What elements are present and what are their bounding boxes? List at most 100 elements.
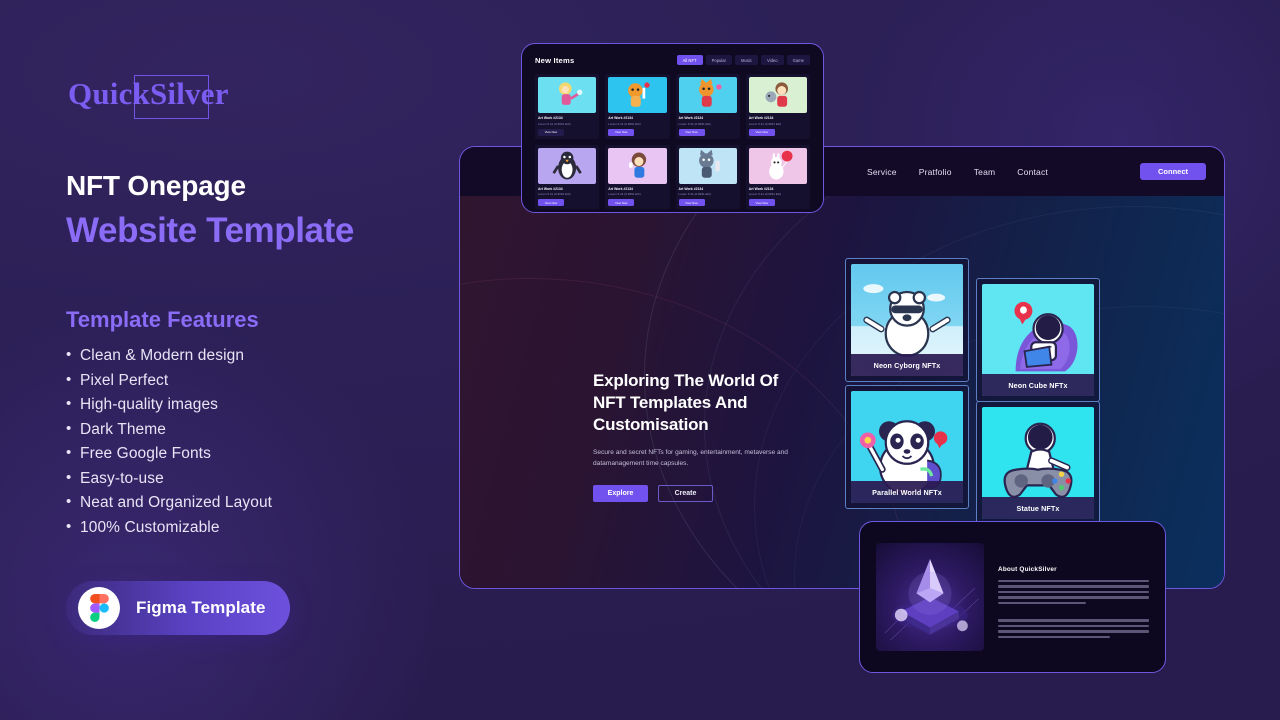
item-buy-button[interactable]: View Now <box>608 128 635 136</box>
item-thumbnail-boy-with-cat <box>748 77 807 113</box>
text-line <box>998 596 1149 599</box>
nft-artwork-panda: Parallel World NFTx <box>851 391 963 503</box>
item-buy-button[interactable]: View Now <box>678 128 705 136</box>
text-line <box>998 601 1086 605</box>
list-item: Free Google Fonts <box>66 444 466 463</box>
list-item[interactable]: Art Work #2134 Lorem 5.41 (0.9991 Eth) V… <box>605 74 670 139</box>
connect-button[interactable]: Connect <box>1140 163 1206 180</box>
tab-music[interactable]: Music <box>735 55 758 65</box>
nft-card-grid: Neon Cyborg NFTx Neon Cube NFTx Parallel… <box>845 258 1100 525</box>
item-name: Art Work #2134 <box>608 186 633 191</box>
item-buy-button[interactable]: View Now <box>748 128 775 136</box>
nft-card[interactable]: Parallel World NFTx <box>845 385 969 509</box>
hero-subtitle: Secure and secret NFTs for gaming, enter… <box>593 448 788 467</box>
item-thumbnail-girl-phone <box>608 147 667 184</box>
nft-card[interactable]: Statue NFTx <box>976 401 1100 525</box>
item-buy-button[interactable]: View Now <box>678 199 705 206</box>
explore-button[interactable]: Explore <box>593 484 648 502</box>
features-list: Clean & Modern design Pixel Perfect High… <box>66 346 466 537</box>
text-line <box>998 619 1149 622</box>
item-thumbnail-pixel-girl <box>538 77 597 113</box>
list-item: Easy-to-use <box>66 469 466 488</box>
hero-copy: Exploring The World Of NFT Templates And… <box>593 370 808 502</box>
item-buy-button[interactable]: View Now <box>538 199 564 206</box>
item-thumbnail-penguin <box>538 147 597 184</box>
item-price: Lorem 5.41 (0.9991 Eth) <box>538 192 571 196</box>
tab-game[interactable]: Game <box>786 55 810 65</box>
left-info-panel: QuickSilver NFT Onepage Website Template… <box>66 66 466 635</box>
list-item[interactable]: Art Work #2134 Lorem 5.41 (0.9991 Eth) V… <box>605 144 670 209</box>
list-item[interactable]: Art Work #2134 Lorem 5.41 (0.9991 Eth) V… <box>675 74 740 139</box>
list-item: Dark Theme <box>66 420 466 439</box>
text-line <box>998 590 1149 594</box>
features-heading: Template Features <box>66 307 259 332</box>
tab-all-nft[interactable]: All NFT <box>676 55 703 65</box>
text-line <box>998 635 1110 639</box>
nav-link-service[interactable]: Service <box>867 167 897 177</box>
list-item[interactable]: Art Work #2134 Lorem 5.41 (0.9991 Eth) V… <box>675 144 740 209</box>
item-price: Lorem 5.41 (0.9991 Eth) <box>748 121 782 126</box>
list-item: Pixel Perfect <box>66 371 466 390</box>
nav-link-portfolio[interactable]: Pratfolio <box>919 167 952 177</box>
nft-artwork-polar-bear: Neon Cyborg NFTx <box>851 264 963 376</box>
list-item[interactable]: Art Work #2134 Lorem 5.41 (0.9991 Eth) V… <box>535 144 600 209</box>
item-name: Art Work #2134 <box>748 186 774 191</box>
item-price: Lorem 5.41 (0.9991 Eth) <box>538 121 571 126</box>
hero-title: Exploring The World Of NFT Templates And… <box>593 371 779 434</box>
page-title-line1: NFT Onepage <box>66 170 246 201</box>
logo-text: QuickSilver <box>68 76 229 111</box>
item-buy-button[interactable]: View Now <box>538 128 564 136</box>
item-price: Lorem 5.41 (0.9991 Eth) <box>608 121 641 126</box>
item-thumbnail-orange-cat <box>608 77 667 113</box>
nft-artwork-astronaut-reading: Neon Cube NFTx <box>982 284 1094 396</box>
poster-canvas: QuickSilver NFT Onepage Website Template… <box>0 0 1280 720</box>
tab-video[interactable]: Video <box>760 55 784 65</box>
list-item[interactable]: Art Work #2134 Lorem 5.41 (0.9991 Eth) V… <box>745 74 810 139</box>
tab-popular[interactable]: Popular <box>705 55 733 65</box>
nft-artwork-astronaut-gamepad: Statue NFTx <box>982 407 1094 519</box>
item-buy-button[interactable]: View Now <box>608 199 635 206</box>
nft-card-label: Parallel World NFTx <box>851 481 963 503</box>
item-name: Art Work #2134 <box>538 116 563 120</box>
brand-logo: QuickSilver <box>66 66 229 122</box>
item-buy-button[interactable]: View Now <box>748 199 775 206</box>
list-item[interactable]: Art Work #2134 Lorem 5.41 (0.9991 Eth) V… <box>535 74 600 139</box>
new-items-card: New Items All NFT Popular Music Video Ga… <box>521 43 824 213</box>
item-name: Art Work #2134 <box>748 116 774 120</box>
item-price: Lorem 5.41 (0.9991 Eth) <box>748 192 782 196</box>
hero-buttons: Explore Create <box>593 484 808 502</box>
new-items-filter-tabs: All NFT Popular Music Video Game <box>676 55 810 65</box>
figma-button-label: Figma Template <box>136 598 266 617</box>
figma-icon <box>78 587 120 629</box>
nft-card-label: Neon Cyborg NFTx <box>851 354 963 376</box>
nav-link-team[interactable]: Team <box>974 167 996 177</box>
nft-card[interactable]: Neon Cyborg NFTx <box>845 258 969 382</box>
list-item[interactable]: Art Work #2134 Lorem 5.41 (0.9991 Eth) V… <box>745 144 810 209</box>
list-item: Neat and Organized Layout <box>66 493 466 512</box>
new-items-grid: Art Work #2134 Lorem 5.41 (0.9991 Eth) V… <box>535 74 810 209</box>
nav-links: Service Pratfolio Team Contact <box>867 167 1048 177</box>
item-thumbnail-fox-hero <box>678 77 737 113</box>
nav-link-contact[interactable]: Contact <box>1017 167 1048 177</box>
item-name: Art Work #2134 <box>538 186 563 191</box>
about-text-block: About QuickSilver <box>998 536 1149 658</box>
list-item: High-quality images <box>66 395 466 414</box>
new-items-title: New Items <box>535 55 575 65</box>
about-paragraph-1 <box>998 580 1149 605</box>
about-paragraph-2 <box>998 619 1149 639</box>
item-price: Lorem 5.41 (0.9991 Eth) <box>608 192 641 196</box>
item-name: Art Work #2134 <box>608 116 633 120</box>
figma-template-button[interactable]: Figma Template <box>66 581 290 635</box>
text-line <box>998 630 1149 633</box>
text-line <box>998 624 1149 628</box>
item-name: Art Work #2134 <box>678 186 704 191</box>
item-price: Lorem 5.41 (0.9991 Eth) <box>678 192 712 196</box>
nft-card-label: Neon Cube NFTx <box>982 374 1094 396</box>
about-title: About QuickSilver <box>998 566 1057 573</box>
nft-card[interactable]: Neon Cube NFTx <box>976 278 1100 402</box>
item-thumbnail-wolf-space <box>678 147 737 184</box>
create-button[interactable]: Create <box>658 484 713 502</box>
list-item: 100% Customizable <box>66 518 466 537</box>
item-thumbnail-bunny-balloon <box>748 147 807 184</box>
